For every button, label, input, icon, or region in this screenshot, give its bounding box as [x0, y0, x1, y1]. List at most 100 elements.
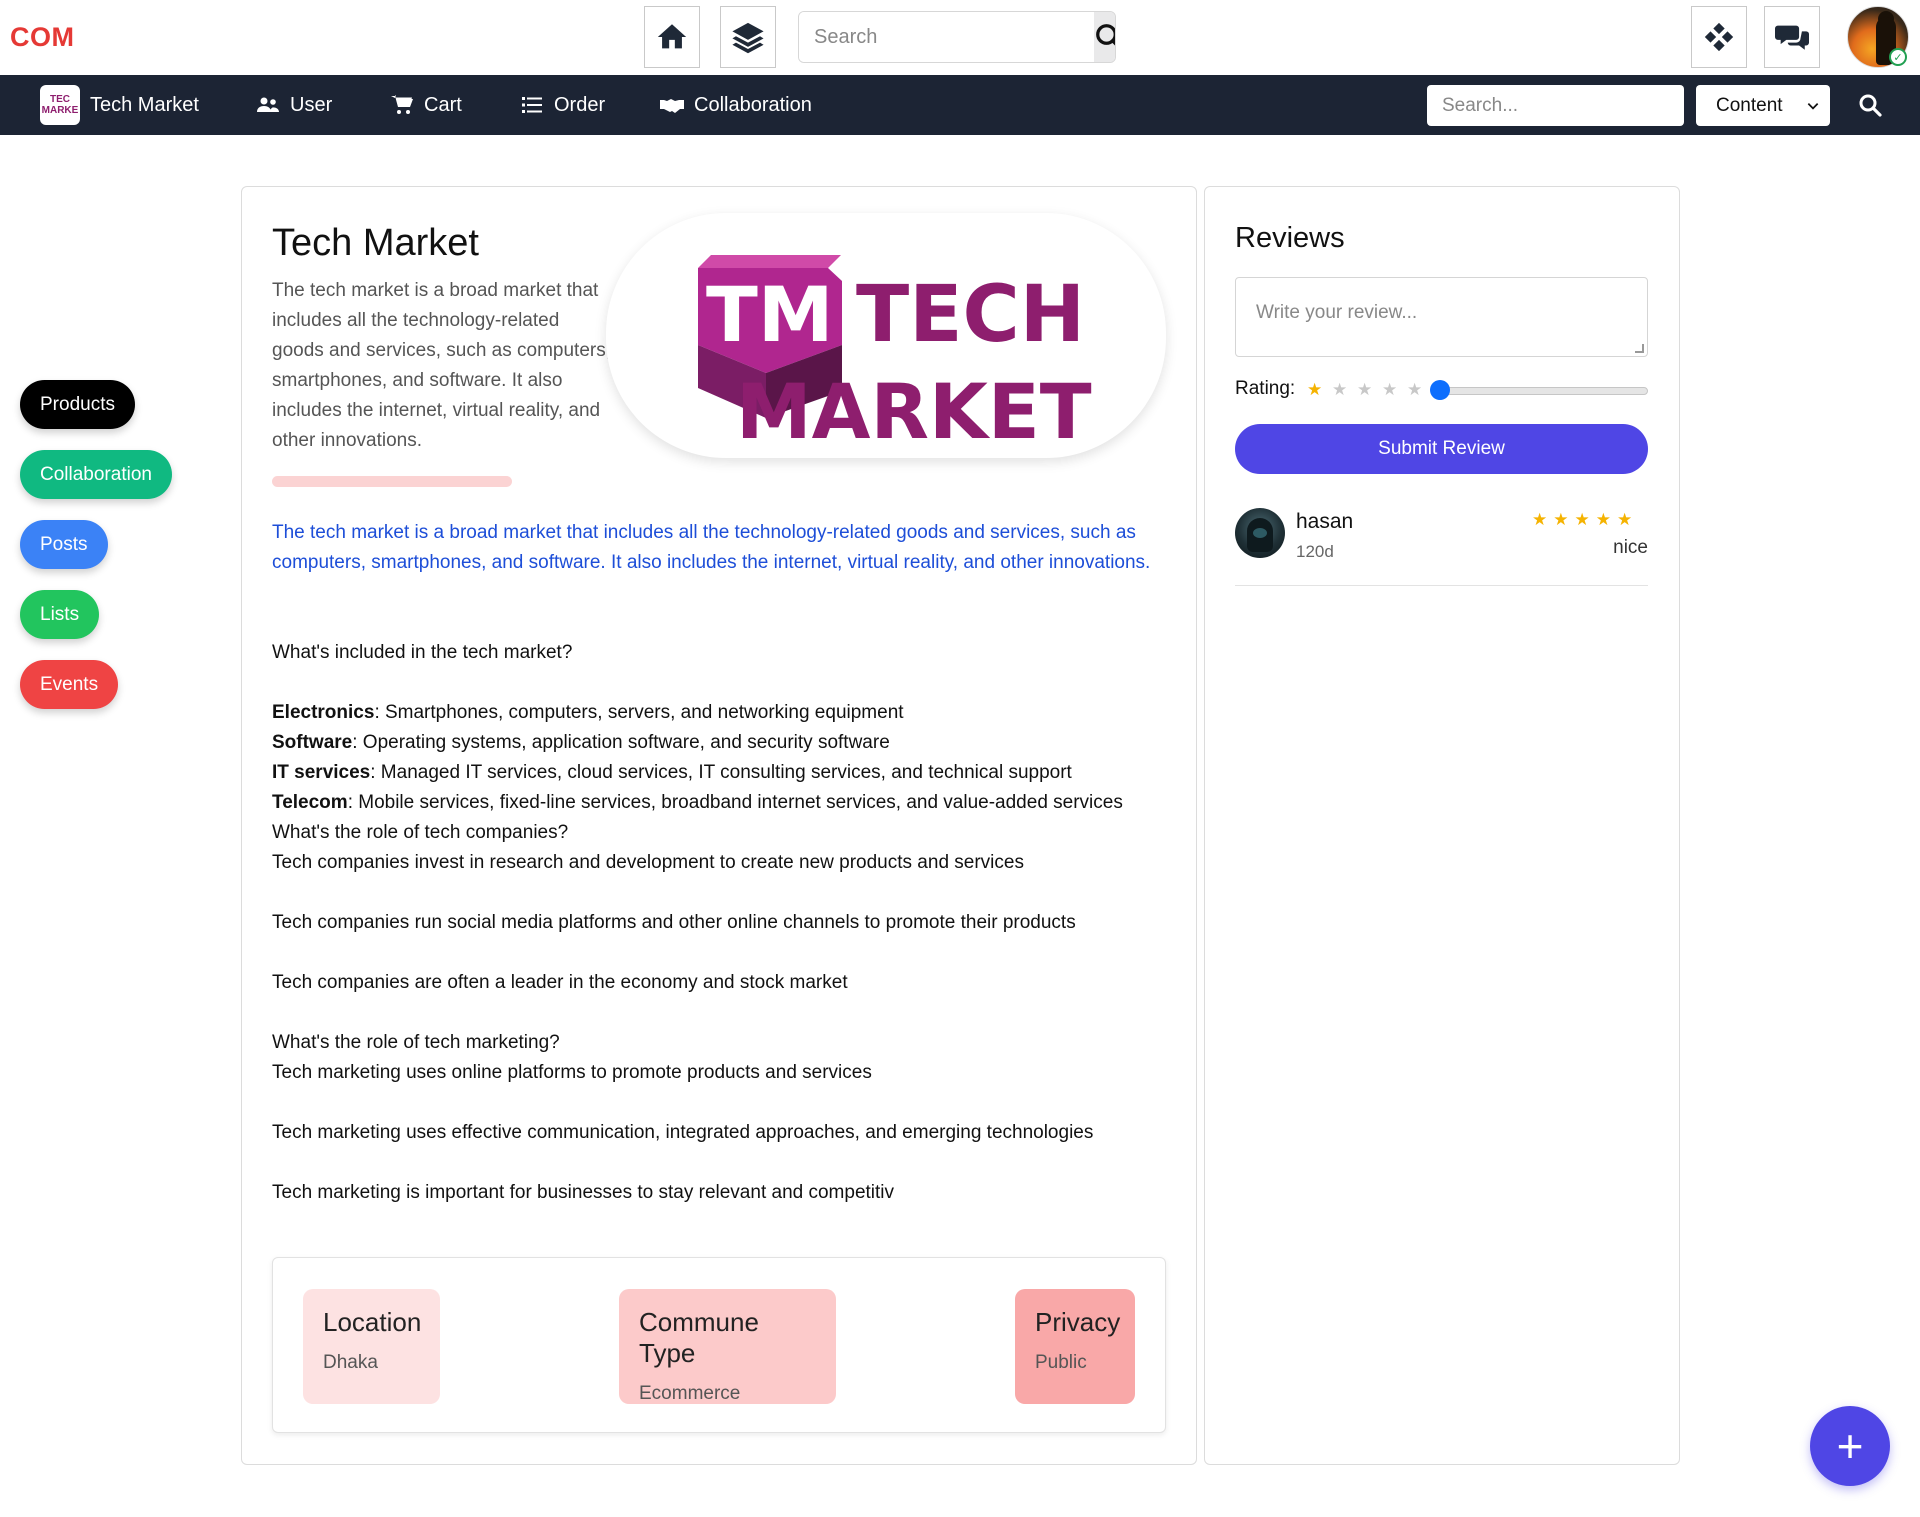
category-name: Telecom: [272, 792, 348, 813]
tech-market-banner: TM TECH MARKET: [606, 213, 1166, 458]
rating-star-1[interactable]: ★: [1307, 380, 1322, 400]
paragraph-5: Tech marketing uses effective communicat…: [272, 1122, 1094, 1143]
paragraph-2: Tech companies run social media platform…: [272, 912, 1076, 933]
nav-search-input[interactable]: [1427, 85, 1684, 126]
pill-events[interactable]: Events: [20, 660, 119, 709]
paragraph-1: Tech companies invest in research and de…: [272, 852, 1024, 873]
review-textarea[interactable]: Write your review...: [1235, 277, 1648, 357]
blue-description: The tech market is a broad market that i…: [272, 522, 1151, 573]
location-box: Location Dhaka: [303, 1289, 440, 1404]
pill-products-label: Products: [40, 393, 115, 415]
category-text: : Smartphones, computers, servers, and n…: [374, 702, 904, 723]
pill-collaboration-label: Collaboration: [40, 463, 152, 485]
pill-lists[interactable]: Lists: [20, 590, 100, 639]
nav-order-label: Order: [554, 93, 606, 116]
rating-star-5[interactable]: ★: [1407, 380, 1422, 400]
rating-slider-thumb[interactable]: [1430, 380, 1450, 400]
main-navbar: TEC MARKE Tech Market User Cart Order Co…: [0, 75, 1920, 135]
review-placeholder: Write your review...: [1256, 302, 1418, 323]
category-name: IT services: [272, 762, 371, 783]
progress-accent-bar: [272, 476, 512, 487]
reviewer-name[interactable]: hasan: [1296, 510, 1353, 534]
category-name: Software: [272, 732, 353, 753]
reviewer-avatar[interactable]: [1235, 508, 1285, 558]
question-role-marketing: What's the role of tech marketing?: [272, 1032, 560, 1053]
add-fab-button[interactable]: +: [1810, 1406, 1890, 1486]
rating-star-4[interactable]: ★: [1382, 380, 1397, 400]
page-title: Tech Market: [272, 222, 479, 264]
paragraph-6: Tech marketing is important for business…: [272, 1182, 895, 1203]
review-divider: [1235, 585, 1648, 586]
category-software: Software: Operating systems, application…: [272, 728, 890, 758]
paragraph-3: Tech companies are often a leader in the…: [272, 972, 848, 993]
logo-word-market: MARKET: [736, 367, 1092, 456]
privacy-value: Public: [1035, 1352, 1087, 1373]
top-search: [798, 11, 1116, 63]
nav-tech-market-label: Tech Market: [90, 93, 199, 116]
pill-events-label: Events: [40, 673, 99, 695]
category-text: : Managed IT services, cloud services, I…: [370, 762, 1072, 783]
games-button[interactable]: [1691, 6, 1747, 68]
review-time: 120d: [1296, 542, 1334, 561]
intro-text: The tech market is a broad market that i…: [272, 280, 612, 451]
category-it-services: IT services: Managed IT services, cloud …: [272, 758, 1072, 788]
review-text: nice: [1613, 537, 1648, 558]
content-select[interactable]: Content: [1696, 85, 1830, 126]
logo-text-line2: MARKE: [41, 105, 79, 116]
users-icon: [257, 97, 279, 112]
category-telecom: Telecom: Mobile services, fixed-line ser…: [272, 788, 1123, 818]
home-button[interactable]: [644, 6, 700, 68]
chat-button[interactable]: [1764, 6, 1820, 68]
top-search-button[interactable]: [1094, 12, 1115, 62]
category-name: Electronics: [272, 702, 375, 723]
question-role-companies: What's the role of tech companies?: [272, 822, 569, 843]
pill-products[interactable]: Products: [20, 380, 135, 429]
logo-tm: TM: [706, 270, 833, 359]
home-icon: [657, 24, 687, 49]
list-icon: [522, 97, 542, 113]
resize-handle[interactable]: [1635, 344, 1644, 353]
logo-word-tech: TECH: [856, 270, 1085, 360]
chat-icon: [1775, 25, 1809, 50]
pill-posts[interactable]: Posts: [20, 520, 108, 569]
rating-label: Rating:: [1235, 378, 1296, 399]
rating-slider-track[interactable]: [1432, 387, 1648, 395]
commune-type-value: Ecommerce: [639, 1383, 741, 1404]
location-title: Location: [323, 1307, 422, 1337]
paragraph-4: Tech marketing uses online platforms to …: [272, 1062, 872, 1083]
layers-icon: [732, 22, 764, 54]
online-status-icon: ✓: [1889, 48, 1907, 66]
nav-order[interactable]: Order: [520, 75, 605, 135]
top-search-input[interactable]: [799, 12, 1094, 62]
cart-icon: [391, 95, 413, 114]
dice-icon: [1704, 22, 1734, 52]
nav-cart-label: Cart: [424, 93, 462, 116]
nav-collaboration-label: Collaboration: [694, 93, 812, 116]
chevron-down-icon: [1807, 102, 1819, 110]
nav-user[interactable]: User: [256, 75, 332, 135]
rating-star-3[interactable]: ★: [1357, 380, 1372, 400]
question-included: What's included in the tech market?: [272, 642, 573, 663]
privacy-box: Privacy Public: [1015, 1289, 1135, 1404]
nav-cart[interactable]: Cart: [390, 75, 462, 135]
pill-collaboration[interactable]: Collaboration: [20, 450, 172, 499]
submit-review-button[interactable]: Submit Review: [1235, 424, 1648, 474]
category-electronics: Electronics: Smartphones, computers, ser…: [272, 698, 904, 728]
privacy-title: Privacy: [1035, 1307, 1121, 1337]
layers-button[interactable]: [720, 6, 776, 68]
brand-logo[interactable]: COM: [10, 22, 75, 53]
content-select-value: Content: [1716, 94, 1783, 116]
category-text: : Operating systems, application softwar…: [352, 732, 890, 753]
tech-market-logo-graphic: TM TECH MARKET: [698, 255, 1092, 456]
category-text: : Mobile services, fixed-line services, …: [347, 792, 1123, 813]
reviews-title: Reviews: [1235, 222, 1345, 254]
nav-tech-market[interactable]: Tech Market: [90, 75, 199, 135]
search-icon: [1096, 24, 1115, 46]
nav-user-label: User: [290, 93, 333, 116]
logo-text-line1: TEC: [50, 94, 70, 105]
nav-search-icon[interactable]: [1858, 93, 1882, 117]
pill-posts-label: Posts: [40, 533, 88, 555]
tech-market-logo[interactable]: TEC MARKE: [40, 85, 80, 125]
nav-collaboration[interactable]: Collaboration: [660, 75, 812, 135]
rating-star-2[interactable]: ★: [1332, 380, 1347, 400]
